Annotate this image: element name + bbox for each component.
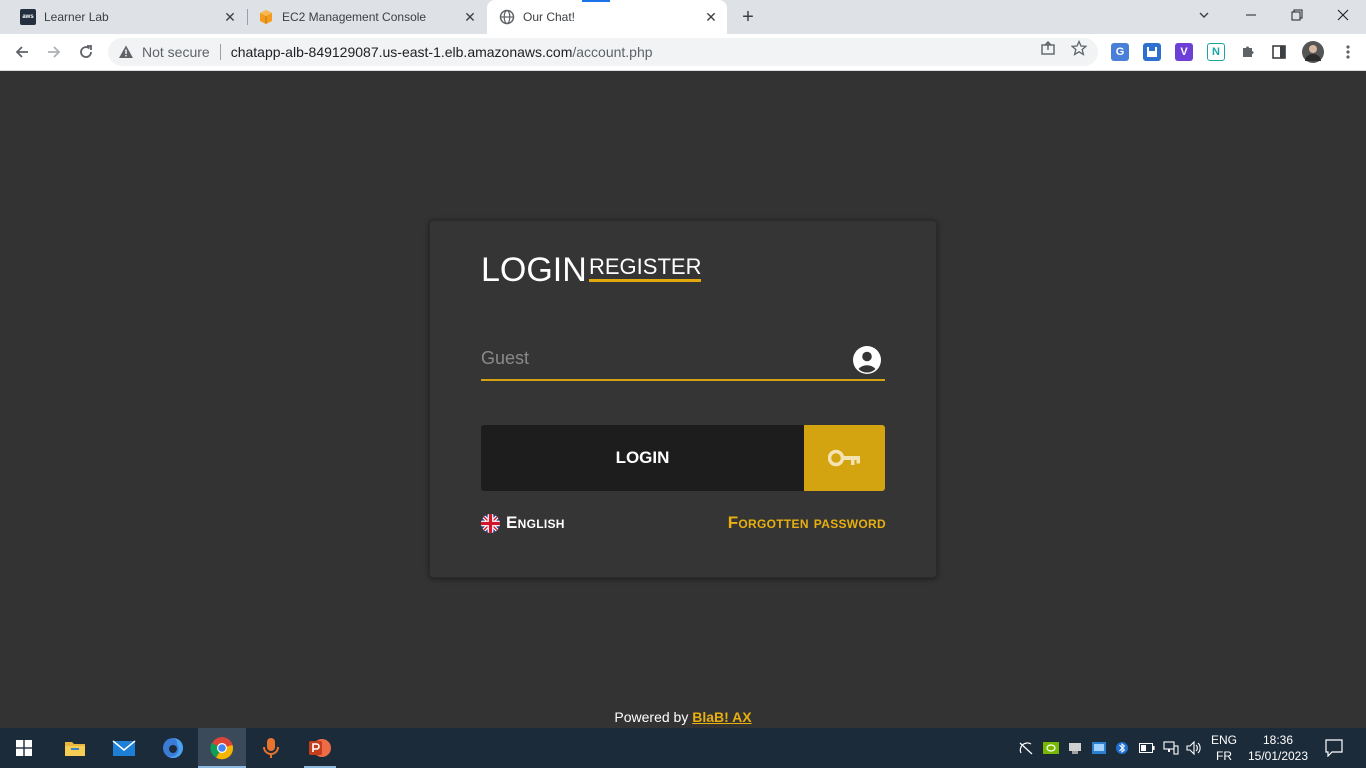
- forward-button[interactable]: [40, 38, 68, 66]
- chrome-taskbar-icon[interactable]: [198, 728, 246, 768]
- windows-taskbar: ENG FR 18:36 15/01/2023: [0, 728, 1366, 768]
- new-tab-button[interactable]: +: [736, 5, 760, 29]
- powered-by-brand-link[interactable]: BlaB! AX: [692, 709, 751, 725]
- reload-button[interactable]: [72, 38, 100, 66]
- address-divider: [219, 44, 221, 60]
- browser-tab-strip: aws Learner Lab ✕ EC2 Management Console…: [0, 0, 1366, 34]
- tab-title: Our Chat!: [523, 10, 576, 24]
- globe-icon: [499, 9, 515, 25]
- security-label[interactable]: Not secure: [142, 44, 210, 60]
- windows-start-icon[interactable]: [0, 728, 48, 768]
- google-translate-icon[interactable]: G: [1111, 43, 1129, 61]
- lang-line-1: ENG: [1210, 733, 1237, 747]
- network-icon[interactable]: [1163, 740, 1179, 756]
- input-language-indicator[interactable]: ENG FR: [1208, 732, 1240, 764]
- aws-icon: aws: [20, 9, 36, 25]
- share-icon[interactable]: [1040, 40, 1056, 56]
- register-link[interactable]: REGISTER: [589, 255, 702, 282]
- warning-icon[interactable]: [118, 44, 134, 60]
- puzzle-extensions-icon[interactable]: [1240, 44, 1256, 60]
- address-bar[interactable]: Not secure chatapp-alb-849129087.us-east…: [108, 38, 1098, 66]
- url-path: /account.php: [572, 44, 653, 60]
- firefox-icon[interactable]: [149, 728, 197, 768]
- username-field: [481, 339, 885, 381]
- notifications-icon[interactable]: [1325, 739, 1343, 757]
- aws-cube-icon: [258, 9, 274, 25]
- uk-flag-icon: [481, 513, 500, 533]
- voice-recorder-icon[interactable]: [247, 728, 295, 768]
- battery-icon[interactable]: [1139, 740, 1155, 756]
- profile-avatar-icon[interactable]: [1302, 41, 1324, 63]
- nvidia-icon[interactable]: [1043, 740, 1059, 756]
- bookmark-star-icon[interactable]: [1071, 40, 1087, 56]
- login-heading: LOGIN: [481, 251, 587, 289]
- chrome-menu-icon[interactable]: [1340, 44, 1356, 60]
- network-disabled-icon[interactable]: [1018, 740, 1034, 756]
- clock[interactable]: 18:36 15/01/2023: [1244, 732, 1312, 764]
- close-icon[interactable]: ✕: [462, 9, 478, 25]
- usb-device-icon[interactable]: [1067, 740, 1083, 756]
- powerpoint-icon[interactable]: [296, 728, 344, 768]
- mail-icon[interactable]: [100, 728, 148, 768]
- back-button[interactable]: [8, 38, 36, 66]
- forgot-password-link[interactable]: Forgotten password: [728, 513, 886, 533]
- notion-extension-icon[interactable]: N: [1207, 43, 1225, 61]
- tab-title: Learner Lab: [44, 10, 109, 24]
- powered-by-prefix: Powered by: [614, 709, 689, 725]
- clock-date: 15/01/2023: [1247, 749, 1309, 763]
- tab-search-chevron-icon[interactable]: [1181, 0, 1227, 30]
- tab-title: EC2 Management Console: [282, 10, 427, 24]
- login-button-label[interactable]: LOGIN: [481, 425, 804, 491]
- login-card: LOGIN REGISTER LOGIN: [429, 220, 937, 578]
- save-extension-icon[interactable]: [1143, 43, 1161, 61]
- user-circle-icon: [853, 346, 881, 374]
- login-button[interactable]: LOGIN: [481, 425, 885, 491]
- page-viewport: LOGIN REGISTER LOGIN: [0, 71, 1366, 728]
- lang-line-2: FR: [1216, 749, 1232, 763]
- close-window-button[interactable]: [1320, 0, 1366, 30]
- tab-ec2-console[interactable]: EC2 Management Console ✕: [238, 0, 486, 34]
- bluetooth-icon[interactable]: [1114, 740, 1130, 756]
- powered-by-footer: Powered by BlaB! AX: [0, 709, 1366, 725]
- close-icon[interactable]: ✕: [703, 9, 719, 25]
- volume-icon[interactable]: [1186, 740, 1202, 756]
- language-label[interactable]: English: [506, 513, 565, 533]
- language-selector[interactable]: English: [481, 513, 565, 533]
- file-explorer-icon[interactable]: [51, 728, 99, 768]
- clock-time: 18:36: [1262, 733, 1294, 747]
- tab-our-chat[interactable]: Our Chat! ✕: [487, 0, 727, 34]
- minimize-button[interactable]: [1228, 0, 1274, 30]
- close-icon[interactable]: ✕: [222, 9, 238, 25]
- browser-toolbar: Not secure chatapp-alb-849129087.us-east…: [0, 34, 1366, 71]
- key-icon[interactable]: [804, 425, 885, 491]
- display-settings-icon[interactable]: [1091, 740, 1107, 756]
- side-panel-icon[interactable]: [1271, 44, 1287, 60]
- v-extension-icon[interactable]: V: [1175, 43, 1193, 61]
- restore-button[interactable]: [1274, 0, 1320, 30]
- username-input[interactable]: [481, 343, 841, 373]
- tab-learner-lab[interactable]: aws Learner Lab ✕: [0, 0, 246, 34]
- url-host: chatapp-alb-849129087.us-east-1.elb.amaz…: [230, 44, 573, 60]
